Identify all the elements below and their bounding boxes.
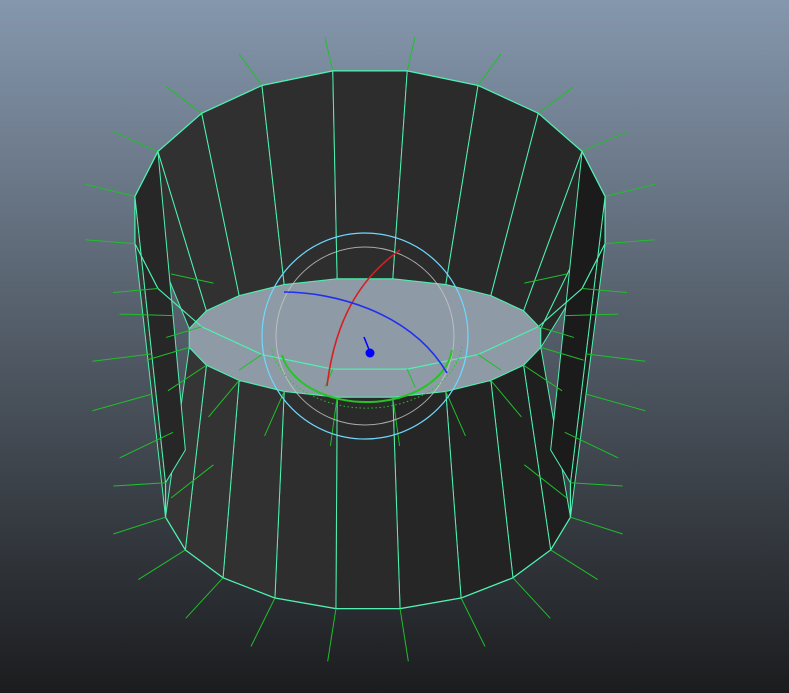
pivot-point[interactable] [365, 348, 375, 358]
viewport-canvas[interactable] [0, 0, 789, 693]
3d-viewport[interactable] [0, 0, 789, 693]
